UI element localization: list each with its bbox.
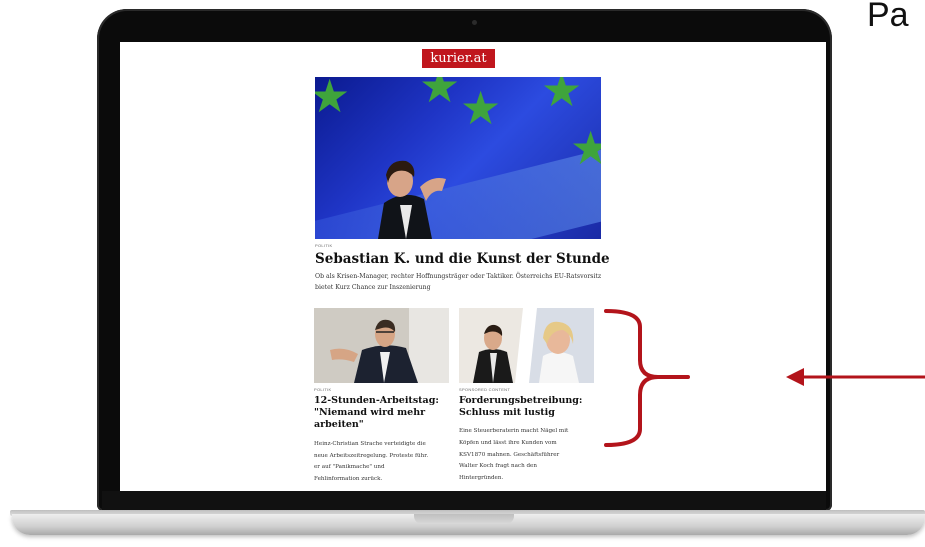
article-2-teaser-line: Walter Koch fragt nach den: [459, 463, 537, 470]
article-1-teaser-line: Fehlinformation zurück.: [314, 475, 383, 482]
article-1-teaser-line: Heinz-Christian Strache verteidigte die: [314, 441, 426, 447]
article-2-teaser-line: Eine Steuerberaterin macht Nägel mit: [459, 428, 569, 434]
sponsored-photo: [459, 308, 594, 383]
article-2-category: SPONSORED CONTENT: [459, 387, 511, 392]
article-2-image[interactable]: [459, 308, 594, 383]
eu-star-icon: ★: [541, 77, 583, 117]
hero-headline[interactable]: Sebastian K. und die Kunst der Stunde: [315, 251, 610, 267]
article-2-headline-line: Schluss mit lustig: [459, 407, 555, 418]
eu-star-icon: ★: [570, 121, 601, 175]
article-1-teaser-line: neue Arbeitszeitregelung. Proteste führ.: [314, 452, 429, 459]
article-1-teaser: Heinz-Christian Strache verteidigte die …: [314, 439, 428, 485]
screen-bottom-bezel: [102, 491, 826, 510]
hero-image[interactable]: ★ ★ ★ ★ ★: [315, 77, 601, 239]
curly-bracket-annotation: [604, 309, 690, 447]
article-1-teaser-line: er auf "Panikmache" und: [314, 464, 385, 470]
article-1-headline-line: "Niemand wird mehr: [314, 407, 426, 418]
article-2-teaser-line: KSV1870 mahnen. Geschäftsführer: [459, 451, 560, 458]
camera-dot: [472, 20, 477, 25]
hero-teaser: Ob als Krisen-Manager, rechter Hoffnungs…: [315, 273, 602, 291]
article-1-headline-line: 12-Stunden-Arbeitstag:: [314, 395, 439, 406]
site-logo[interactable]: kurier.at: [422, 49, 495, 68]
hero-category: POLITIK: [315, 243, 333, 248]
overlay-label: Pa: [867, 0, 909, 34]
article-2-headline[interactable]: Forderungsbetreibung: Schluss mit lustig: [459, 395, 582, 419]
laptop-opening-notch: [414, 514, 514, 524]
article-2-teaser: Eine Steuerberaterin macht Nägel mit Köp…: [459, 426, 568, 485]
eu-star-icon: ★: [315, 77, 351, 123]
eu-star-icon: ★: [460, 81, 502, 135]
politician-photo: [378, 160, 446, 239]
laptop-screen: kurier.at ★ ★ ★ ★ ★ POLITIK Sebastian K.…: [120, 42, 826, 491]
flag-band: [315, 134, 601, 239]
article-2-headline-line: Forderungsbetreibung:: [459, 395, 583, 406]
article-1-image[interactable]: [314, 308, 449, 383]
article-1-category: POLITIK: [314, 387, 332, 392]
eu-star-icon: ★: [419, 77, 461, 113]
arrow-left-icon: [786, 368, 925, 386]
article-1-headline[interactable]: 12-Stunden-Arbeitstag: "Niemand wird meh…: [314, 395, 439, 431]
article-2-teaser-line: Köpfen und lässt ihre Kunden vom: [459, 439, 557, 446]
article-1-headline-line: arbeiten": [314, 419, 364, 430]
strache-photo: [314, 308, 449, 383]
article-2-teaser-line: Hintergründen.: [459, 475, 504, 482]
